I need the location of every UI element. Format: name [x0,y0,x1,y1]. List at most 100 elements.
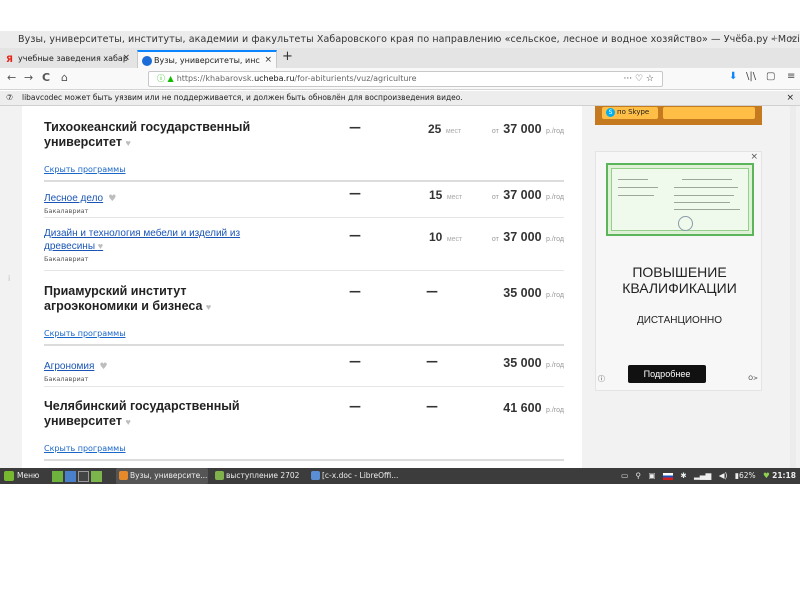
reload-icon[interactable]: C [42,71,50,84]
price: от 37 000 р./год [491,188,564,202]
divider [44,344,564,346]
library-icon[interactable]: \|\ [746,71,756,82]
clock: 21:18 [772,471,796,480]
page-content: i Тихоокеанский государственный университ… [0,106,800,468]
tab-title: учебные заведения хабар [18,54,128,63]
minimize-button[interactable]: – [756,34,761,44]
qualification-ad[interactable]: × ПОВЫШЕНИЕ КВАЛИФИКАЦИИ ДИСТАНЦИОННО ⓘ П… [595,151,762,391]
tab-yandex-search[interactable]: Я учебные заведения хабар × [2,50,134,68]
favorite-heart-icon[interactable]: ♥ [206,302,211,312]
ad-logo: О> [748,375,758,382]
taskbar-window-libreoffice[interactable]: [c-x.doc - LibreOffi... [308,468,400,484]
certificate-image [606,163,754,236]
taskbar-window-folder[interactable]: выступление 2702 [212,468,304,484]
page-actions-icon[interactable]: ··· ♡ ☆ [624,72,654,86]
left-margin: i [0,106,22,468]
url-host: ucheba.ru [254,74,295,83]
battery-level: 62% [738,471,756,480]
screen-icon[interactable]: ▣ [648,468,655,484]
taskbar-window-firefox[interactable]: Вузы, университе... [116,468,208,484]
clipboard-icon[interactable]: ▭ [621,468,628,484]
university-row: Приамурский институт агроэкономики и бизн… [44,284,566,340]
firefox-launcher-icon[interactable] [65,470,76,482]
hide-programs-link[interactable]: Скрыть программы [44,165,126,174]
program-row: Агрономия ♥ Бакалавриат — — 35 000 р./го… [44,354,566,383]
hide-programs-link[interactable]: Скрыть программы [44,329,126,338]
home-icon[interactable]: ⌂ [61,71,68,84]
skype-button[interactable]: Sпо Skype [602,107,658,119]
url-prefix: https://khabarovsk. [176,74,255,83]
favorite-heart-icon[interactable]: ♥ [125,417,130,427]
ad-subline: ДИСТАНЦИОННО [636,315,723,326]
favorite-heart-icon[interactable]: ♥ [108,194,116,204]
yandex-favicon-icon: Я [6,55,13,65]
terminal-launcher-icon[interactable] [78,470,89,482]
files-launcher-icon[interactable] [91,470,102,482]
skype-ad-button-secondary[interactable] [663,107,755,119]
back-arrow-icon[interactable]: ← [7,71,16,84]
favorite-heart-icon[interactable]: ♥ [125,138,130,148]
tab-ucheba-active[interactable]: Вузы, университеты, инс × [137,50,277,68]
seats-count: 15 мест [429,188,463,202]
seats-dash: — [426,354,438,368]
skype-ad-banner[interactable]: Sпо Skype [595,106,762,125]
hamburger-menu-icon[interactable]: ≡ [787,71,795,82]
update-shield-icon[interactable]: ♥ [763,468,770,484]
skype-icon: S [606,108,615,117]
screen: Вузы, университеты, институты, академии … [0,0,800,600]
ad-close-icon[interactable]: × [750,152,758,162]
show-desktop-icon[interactable] [52,470,63,482]
price: 41 600 р./год [503,401,564,415]
keyboard-layout-flag-icon[interactable] [662,472,673,480]
close-window-button[interactable]: × [788,34,796,44]
hide-programs-link[interactable]: Скрыть программы [44,444,126,453]
seats-count: 10 мест [429,230,463,244]
tab-close-icon[interactable]: × [264,52,272,68]
seats-count: 25 мест [428,122,462,136]
tab-close-icon[interactable]: × [122,50,130,67]
program-link[interactable]: Агрономия [44,361,94,372]
window-controls: – + × [749,31,796,48]
seats-dash: — [426,399,438,413]
margin-marker: i [8,274,11,283]
system-tray: ▭ ⚲ ▣ ✱ ▂▄▆ ◀) ▮62% ♥ 21:18 [616,468,796,484]
bluetooth-icon[interactable]: ✱ [680,468,686,484]
url-bar[interactable]: ⓘ ▲ https://khabarovsk.ucheba.ru/for-abit… [148,71,663,87]
start-menu-button[interactable]: Меню [4,468,39,484]
program-level: Бакалавриат [44,207,89,215]
favorite-heart-icon[interactable]: ♥ [100,362,108,372]
certificate-seal-icon [678,216,693,231]
university-row: Челябинский государственный университет ♥… [44,399,566,455]
divider [44,270,564,271]
program-level: Бакалавриат [44,255,89,263]
price: от 37 000 р./год [491,122,564,136]
divider [44,459,564,461]
program-link[interactable]: Лесное дело [44,193,103,204]
score-dash: — [349,354,361,368]
user-icon[interactable]: ⚲ [636,468,642,484]
folder-icon [215,471,224,480]
os-taskbar: Меню Вузы, университе... выступление 270… [0,468,800,484]
new-tab-button[interactable]: + [282,49,293,64]
firefox-icon [119,471,128,480]
maximize-button[interactable]: + [771,34,779,44]
score-dash: — [349,399,361,413]
window-titlebar: Вузы, университеты, институты, академии … [0,31,800,48]
vertical-scrollbar[interactable] [790,106,796,468]
forward-arrow-icon[interactable]: → [24,71,33,84]
divider [44,217,564,218]
program-level: Бакалавриат [44,375,89,383]
price: 35 000 р./год [503,286,564,300]
ad-headline: ПОВЫШЕНИЕ КВАЛИФИКАЦИИ [622,264,737,296]
volume-icon[interactable]: ◀) [719,468,728,484]
program-row: Лесное дело ♥ Бакалавриат — 15 мест от 3… [44,186,566,215]
secure-lock-icon: ⓘ ▲ [157,74,174,83]
sidebar-icon[interactable]: ▢ [766,71,775,82]
download-icon[interactable]: ⬇ [729,71,737,82]
window-title: Вузы, университеты, институты, академии … [18,34,800,45]
notification-close-icon[interactable]: × [786,91,794,105]
network-signal-icon[interactable]: ▂▄▆ [694,468,711,484]
ad-info-icon[interactable]: ⓘ [598,374,605,384]
more-details-button[interactable]: Подробнее [628,365,706,383]
favorite-heart-icon[interactable]: ♥ [98,241,103,251]
